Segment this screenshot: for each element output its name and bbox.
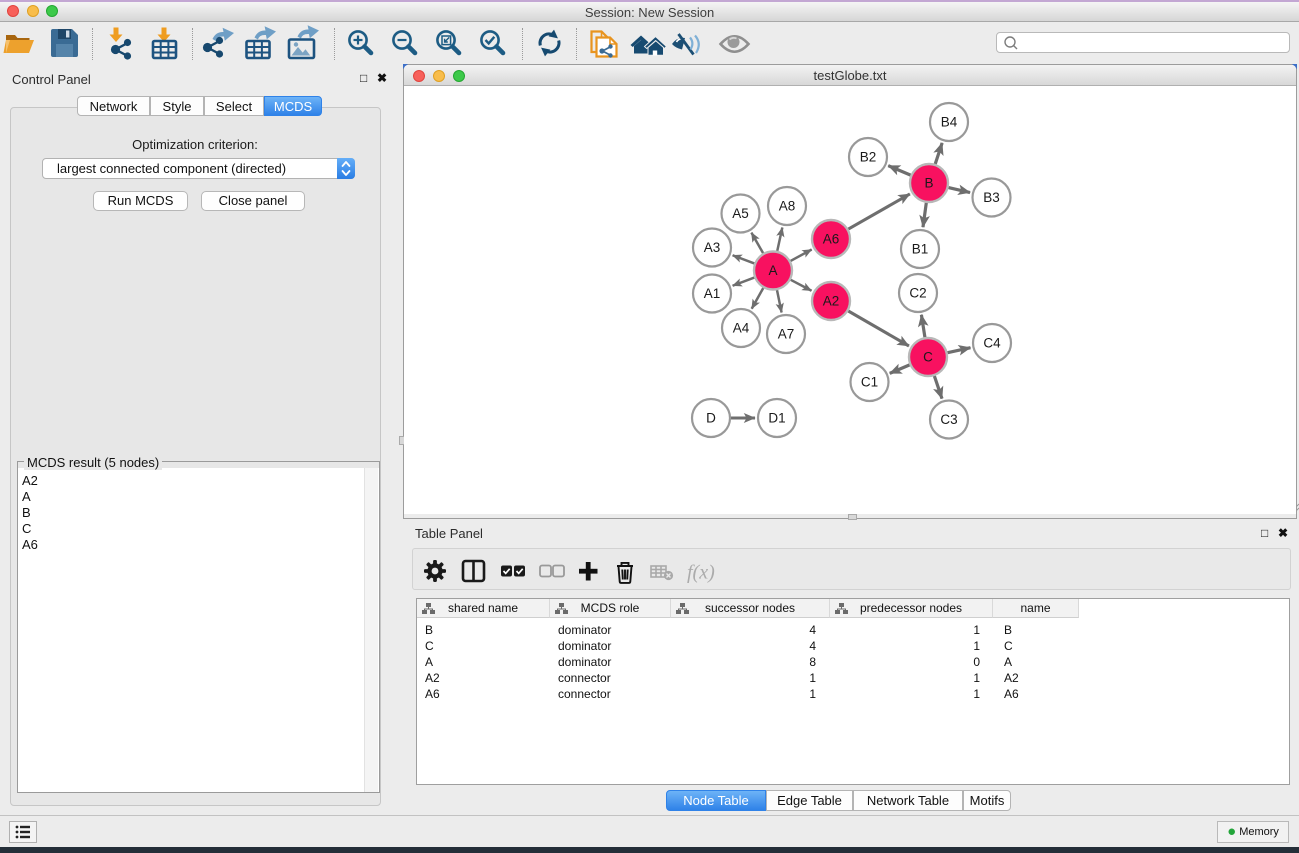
svg-text:C: C [923, 350, 933, 365]
svg-text:A8: A8 [779, 199, 796, 214]
svg-text:B: B [924, 176, 933, 191]
svg-text:C2: C2 [909, 286, 926, 301]
svg-text:D: D [706, 411, 716, 426]
svg-text:C4: C4 [983, 336, 1001, 351]
svg-text:B3: B3 [983, 190, 1000, 205]
svg-text:A4: A4 [733, 321, 750, 336]
svg-text:C3: C3 [940, 412, 957, 427]
svg-text:A: A [768, 263, 777, 278]
svg-text:A7: A7 [778, 327, 795, 342]
svg-text:B1: B1 [912, 242, 929, 257]
svg-text:A2: A2 [823, 294, 840, 309]
svg-text:C1: C1 [861, 375, 878, 390]
svg-text:B2: B2 [860, 150, 877, 165]
svg-text:A1: A1 [704, 286, 721, 301]
svg-text:A5: A5 [732, 206, 749, 221]
svg-text:A3: A3 [704, 240, 721, 255]
svg-text:f(x): f(x) [687, 562, 715, 584]
svg-text:A6: A6 [823, 232, 840, 247]
svg-text:D1: D1 [768, 411, 785, 426]
svg-text:B4: B4 [941, 115, 958, 130]
